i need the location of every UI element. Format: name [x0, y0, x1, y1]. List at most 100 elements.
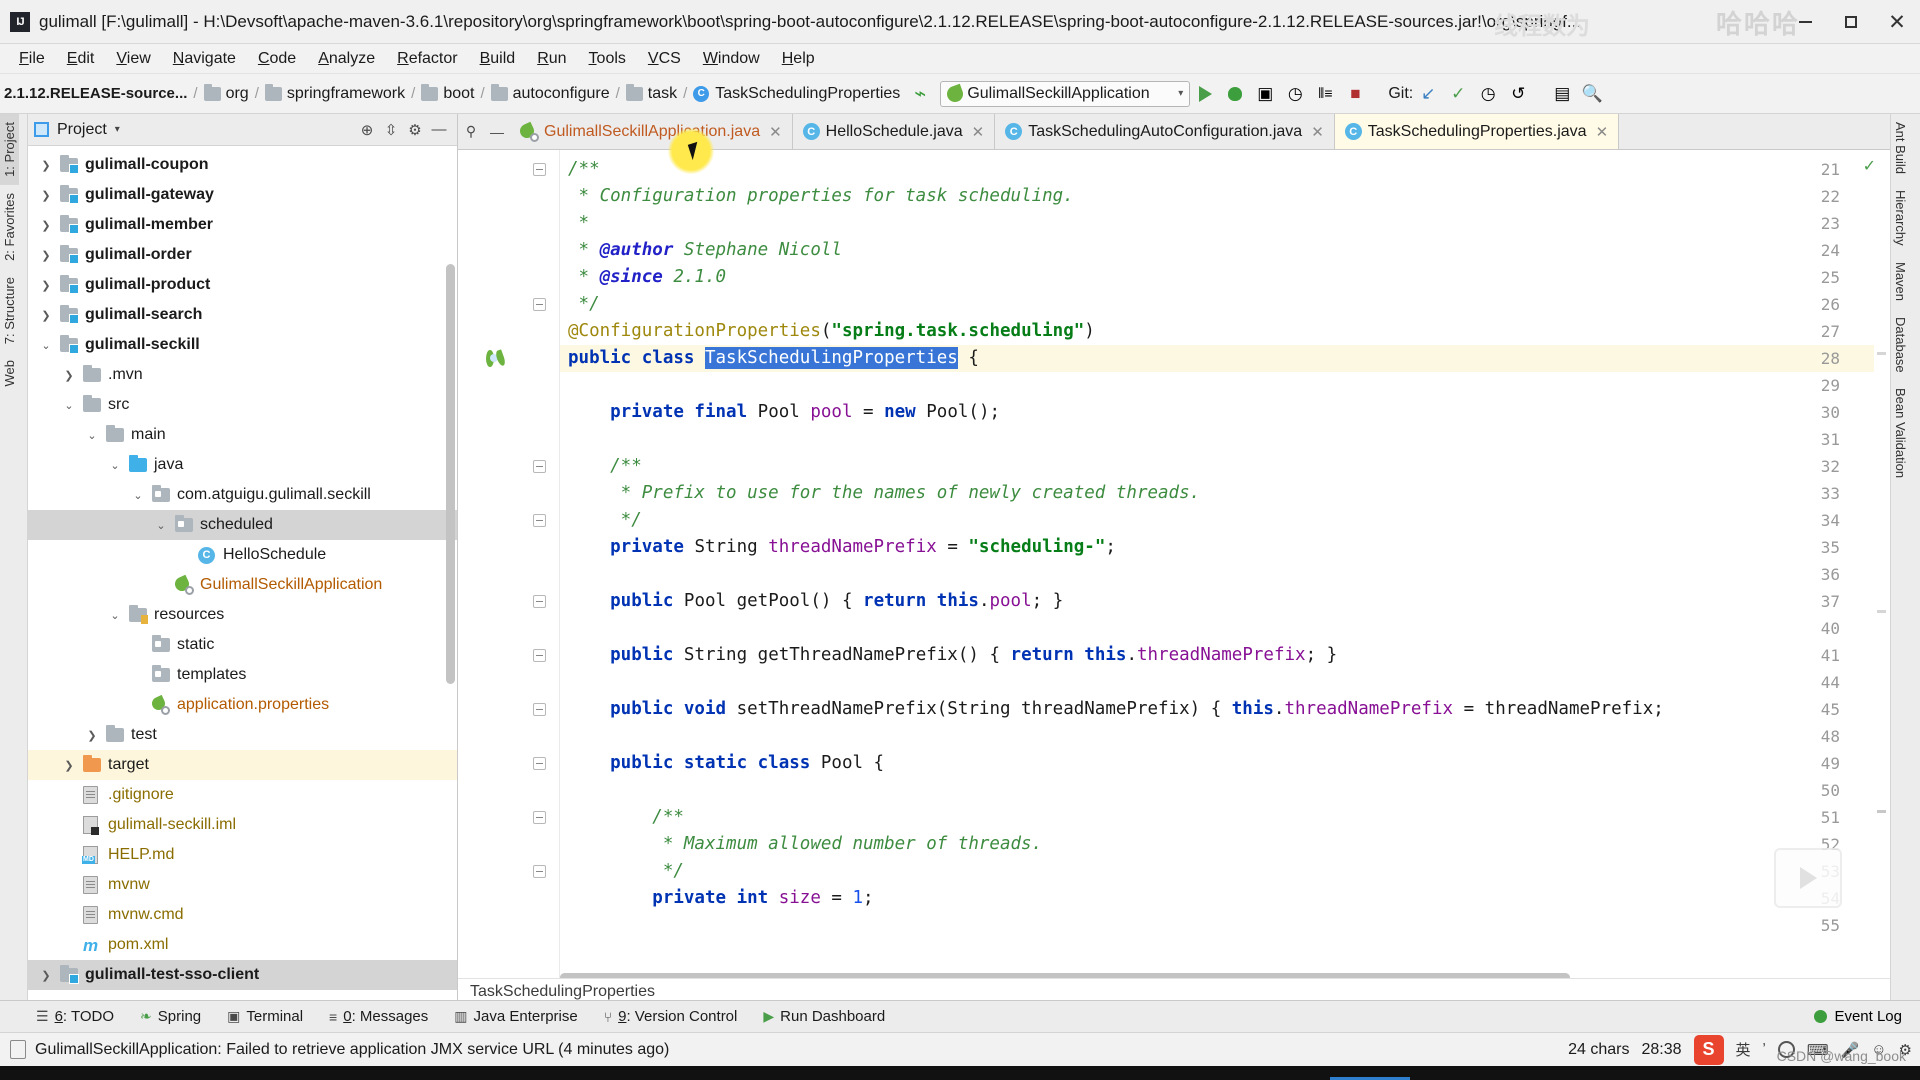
tree-node-com-atguigu-gulimall-seckill[interactable]: ⌄ com.atguigu.gulimall.seckill — [28, 480, 457, 510]
profile-button[interactable]: ◷ — [1280, 80, 1310, 108]
tree-node-main[interactable]: ⌄ main — [28, 420, 457, 450]
code-line[interactable] — [560, 777, 1890, 804]
tool-window-tab-hierarchy[interactable]: Hierarchy — [1891, 182, 1910, 254]
tree-node-java[interactable]: ⌄ java — [28, 450, 457, 480]
code-line[interactable]: * @since 2.1.0 — [560, 264, 1890, 291]
code-line[interactable]: */ — [560, 507, 1890, 534]
code-line[interactable] — [560, 912, 1890, 939]
code-fold-icon[interactable] — [533, 865, 546, 878]
chevron-down-icon[interactable]: ⌄ — [107, 459, 123, 472]
tree-node-gulimallseckillapplication[interactable]: GulimallSeckillApplication — [28, 570, 457, 600]
bottom-tool-0-messages[interactable]: ≡ 0: Messages — [329, 1008, 428, 1025]
editor-marker-bar[interactable]: ✓ — [1863, 150, 1890, 1004]
menu-item-run[interactable]: Run — [526, 47, 577, 71]
chevron-down-icon[interactable]: ⌄ — [130, 489, 146, 502]
pin-tab-icon[interactable]: ⚲ — [458, 114, 484, 149]
chevron-down-icon[interactable]: ⌄ — [153, 519, 169, 532]
menu-item-code[interactable]: Code — [247, 47, 307, 71]
event-log-button[interactable]: Event Log — [1814, 1008, 1902, 1025]
build-project-icon[interactable]: ⌁ — [914, 81, 926, 106]
chevron-right-icon[interactable]: ❯ — [38, 249, 54, 262]
code-line[interactable] — [560, 426, 1890, 453]
ime-logo-icon[interactable]: S — [1693, 1034, 1724, 1065]
code-line[interactable]: public String getThreadNamePrefix() { re… — [560, 642, 1890, 669]
tree-node-gulimall-gateway[interactable]: ❯ gulimall-gateway — [28, 180, 457, 210]
tree-node-gulimall-search[interactable]: ❯ gulimall-search — [28, 300, 457, 330]
code-line[interactable]: public static class Pool { — [560, 750, 1890, 777]
code-line[interactable] — [560, 723, 1890, 750]
tree-node-helloschedule[interactable]: C HelloSchedule — [28, 540, 457, 570]
code-line[interactable]: /** — [560, 453, 1890, 480]
git-commit-button[interactable]: ✓ — [1443, 80, 1473, 108]
menu-item-navigate[interactable]: Navigate — [162, 47, 247, 71]
spring-bean-gutter-icon[interactable] — [486, 349, 507, 368]
breadcrumb-item-autoconfigure[interactable]: autoconfigure — [490, 83, 610, 103]
chevron-down-icon[interactable]: ▾ — [115, 124, 120, 135]
tree-node-help-md[interactable]: MD HELP.md — [28, 840, 457, 870]
code-line[interactable]: /** — [560, 156, 1890, 183]
tree-node-templates[interactable]: templates — [28, 660, 457, 690]
breadcrumb-root[interactable]: 2.1.12.RELEASE-source... — [0, 85, 187, 102]
tree-node-test[interactable]: ❯ test — [28, 720, 457, 750]
tree-node-gulimall-order[interactable]: ❯ gulimall-order — [28, 240, 457, 270]
code-line[interactable] — [560, 372, 1890, 399]
tool-window-tab-2-favorites[interactable]: 2: Favorites — [0, 185, 19, 269]
tool-window-tab-bean-validation[interactable]: Bean Validation — [1891, 380, 1910, 486]
tool-window-tab-1-project[interactable]: 1: Project — [0, 114, 19, 185]
tool-window-tab-maven[interactable]: Maven — [1891, 254, 1910, 309]
editor-viewport[interactable]: 21/** 22 * Configuration properties for t… — [458, 150, 1890, 1004]
chevron-right-icon[interactable]: ❯ — [38, 279, 54, 292]
code-line[interactable]: public class TaskSchedulingProperties { — [560, 345, 1890, 372]
code-line[interactable] — [560, 561, 1890, 588]
git-history-button[interactable]: ◷ — [1473, 80, 1503, 108]
tree-node-static[interactable]: static — [28, 630, 457, 660]
bottom-tool-run-dashboard[interactable]: ▶ Run Dashboard — [763, 1008, 885, 1025]
code-fold-icon[interactable] — [533, 703, 546, 716]
editor-tab-helloschedule-java[interactable]: C HelloSchedule.java ✕ — [792, 114, 996, 149]
bottom-tool-6-todo[interactable]: ☰ 6: TODO — [36, 1008, 114, 1025]
chevron-down-icon[interactable]: ⌄ — [84, 429, 100, 442]
stop-button[interactable]: ■ — [1340, 80, 1370, 108]
bottom-tool-spring[interactable]: ❧ Spring — [140, 1008, 201, 1025]
code-fold-icon[interactable] — [533, 514, 546, 527]
search-button[interactable]: 🔍 — [1577, 80, 1607, 108]
bottom-tool-java-enterprise[interactable]: ▥ Java Enterprise — [454, 1008, 577, 1025]
chevron-right-icon[interactable]: ❯ — [38, 969, 54, 982]
menu-item-file[interactable]: File — [8, 47, 56, 71]
menu-item-window[interactable]: Window — [692, 47, 771, 71]
code-fold-icon[interactable] — [533, 811, 546, 824]
code-line[interactable]: */ — [560, 291, 1890, 318]
tree-node-gulimall-member[interactable]: ❯ gulimall-member — [28, 210, 457, 240]
run-button[interactable] — [1190, 80, 1220, 108]
code-line[interactable]: */ — [560, 858, 1890, 885]
code-line[interactable]: * — [560, 210, 1890, 237]
code-line[interactable]: private int size = 1; — [560, 885, 1890, 912]
git-update-button[interactable]: ↙ — [1413, 80, 1443, 108]
project-scrollbar[interactable] — [446, 264, 455, 684]
minimize-button[interactable] — [1782, 0, 1828, 44]
tree-node-gulimall-product[interactable]: ❯ gulimall-product — [28, 270, 457, 300]
tree-node-pom-xml[interactable]: m pom.xml — [28, 930, 457, 960]
code-line[interactable]: * @author Stephane Nicoll — [560, 237, 1890, 264]
code-line[interactable]: public void setThreadNamePrefix(String t… — [560, 696, 1890, 723]
tree-node-src[interactable]: ⌄ src — [28, 390, 457, 420]
menu-item-edit[interactable]: Edit — [56, 47, 106, 71]
tree-node-gulimall-seckill-iml[interactable]: gulimall-seckill.iml — [28, 810, 457, 840]
code-fold-icon[interactable] — [533, 649, 546, 662]
ime-punctuation-icon[interactable]: ʼ — [1763, 1041, 1766, 1058]
code-fold-icon[interactable] — [533, 163, 546, 176]
run-configuration-selector[interactable]: GulimallSeckillApplication ▾ — [940, 80, 1191, 107]
chevron-right-icon[interactable]: ❯ — [61, 759, 77, 772]
code-line[interactable]: @ConfigurationProperties("spring.task.sc… — [560, 318, 1890, 345]
collapse-all-icon[interactable]: ⇳ — [379, 118, 403, 142]
code-fold-icon[interactable] — [533, 757, 546, 770]
caret-position[interactable]: 28:38 — [1641, 1041, 1681, 1059]
tree-node-scheduled[interactable]: ⌄ scheduled — [28, 510, 457, 540]
chevron-right-icon[interactable]: ❯ — [61, 369, 77, 382]
settings-button[interactable]: ▤ — [1547, 80, 1577, 108]
chevron-right-icon[interactable]: ❯ — [38, 189, 54, 202]
tree-node-application-properties[interactable]: application.properties — [28, 690, 457, 720]
code-line[interactable]: * Prefix to use for the names of newly c… — [560, 480, 1890, 507]
run-with-coverage-button[interactable]: ▣ — [1250, 80, 1280, 108]
locate-file-icon[interactable]: ⊕ — [355, 118, 379, 142]
